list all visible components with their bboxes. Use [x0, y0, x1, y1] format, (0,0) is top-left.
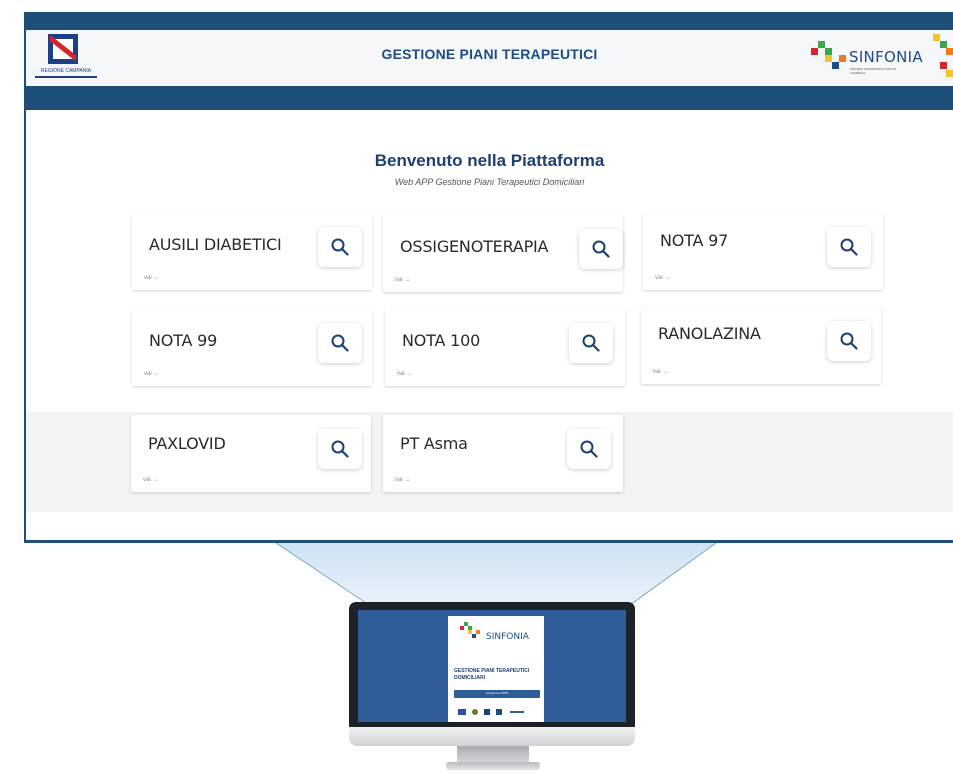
logo-square-icon — [946, 70, 953, 77]
search-icon — [580, 440, 598, 458]
sinfonia-brand-text: SINFONIA — [849, 48, 923, 66]
logo-square-icon — [933, 34, 940, 41]
search-icon — [331, 440, 349, 458]
card-more-link[interactable]: vai → — [144, 371, 159, 377]
sinfonia-logo[interactable]: SINFONIA SISTEMA INFORMATIVO SANITÀ CAMP… — [803, 34, 953, 84]
card-nota-97[interactable]: NOTA 97 vai → — [643, 213, 883, 290]
monitor-brand-text: SINFONIA — [486, 632, 529, 642]
card-nota-99[interactable]: NOTA 99 vai → — [132, 309, 372, 386]
monitor-login-card: SINFONIA GESTIONE PIANI TERAPEUTICI DOMI… — [448, 616, 544, 722]
card-title: PT Asma — [400, 434, 468, 453]
main-screen-frame: REGIONE CAMPANIA GESTIONE PIANI TERAPEUT… — [24, 12, 953, 543]
card-title: OSSIGENOTERAPIA — [400, 237, 549, 256]
logo-square-icon — [946, 48, 953, 55]
card-search-button[interactable] — [827, 321, 871, 361]
search-icon — [582, 334, 600, 352]
monitor-foot — [446, 762, 540, 770]
search-icon — [331, 334, 349, 352]
app-header: REGIONE CAMPANIA GESTIONE PIANI TERAPEUT… — [26, 30, 953, 86]
card-more-link[interactable]: vai → — [143, 477, 158, 483]
card-more-link[interactable]: vai → — [653, 369, 668, 375]
monitor-partner-logos — [458, 709, 538, 716]
card-more-link[interactable]: vai → — [397, 371, 412, 377]
card-more-link[interactable]: vai → — [395, 477, 410, 483]
card-search-button[interactable] — [569, 323, 613, 363]
logo-square-icon — [825, 48, 832, 55]
card-nota-100[interactable]: NOTA 100 vai → — [385, 309, 625, 386]
card-more-link[interactable]: vai → — [655, 275, 670, 281]
card-title: NOTA 99 — [149, 331, 218, 350]
card-search-button[interactable] — [318, 323, 362, 363]
logo-square-icon — [476, 630, 480, 634]
header-blue-bar — [26, 86, 953, 110]
search-icon — [592, 240, 610, 258]
card-more-link[interactable]: vai → — [395, 277, 410, 283]
card-title: NOTA 100 — [402, 331, 481, 350]
monitor-chin — [349, 727, 635, 746]
logo-square-icon — [818, 41, 825, 48]
logo-square-icon — [839, 55, 846, 62]
card-search-button[interactable] — [318, 429, 362, 469]
logo-square-icon — [811, 48, 818, 55]
card-title: RANOLAZINA — [658, 324, 761, 343]
card-search-button[interactable] — [827, 227, 871, 267]
logo-square-icon — [832, 62, 839, 69]
region-shield-icon — [484, 709, 490, 715]
logo-square-icon — [825, 55, 832, 62]
card-more-link[interactable]: vai → — [144, 275, 159, 281]
search-icon — [840, 332, 858, 350]
card-paxlovid[interactable]: PAXLOVID vai → — [131, 415, 371, 492]
partner-logo-icon — [510, 711, 524, 713]
sinfonia-brand-subtitle: SISTEMA INFORMATIVO SANITÀ CAMPANIA — [850, 67, 897, 75]
card-title: NOTA 97 — [660, 231, 729, 250]
card-title: AUSILI DIABETICI — [149, 235, 282, 254]
card-ausili-diabetici[interactable]: AUSILI DIABETICI vai → — [132, 213, 372, 290]
monitor-login-button-label: Accedi con SPID — [485, 691, 509, 695]
search-icon — [331, 238, 349, 256]
search-icon — [840, 238, 858, 256]
partner-logo-icon — [496, 709, 502, 715]
card-ossigenoterapia[interactable]: OSSIGENOTERAPIA vai → — [383, 215, 623, 292]
card-pt-asma[interactable]: PT Asma vai → — [383, 415, 623, 492]
logo-square-icon — [940, 41, 947, 48]
card-search-button[interactable] — [579, 229, 623, 269]
monitor-illustration: SINFONIA GESTIONE PIANI TERAPEUTICI DOMI… — [349, 602, 635, 732]
card-ranolazina[interactable]: RANOLAZINA vai → — [641, 307, 881, 384]
logo-square-icon — [472, 634, 476, 638]
welcome-title: Benvenuto nella Piattaforma — [374, 151, 605, 170]
region-logo-caption: REGIONE CAMPANIA — [35, 67, 97, 78]
welcome-subtitle: Web APP Gestione Piani Terapeutici Domic… — [394, 177, 585, 187]
logo-square-icon — [940, 62, 947, 69]
monitor-heading: GESTIONE PIANI TERAPEUTICI DOMICILIARI — [454, 668, 530, 681]
eu-flag-icon — [458, 709, 466, 715]
logo-square-icon — [460, 626, 464, 630]
monitor-login-button[interactable]: Accedi con SPID — [454, 690, 540, 698]
app-window: REGIONE CAMPANIA GESTIONE PIANI TERAPEUT… — [26, 30, 953, 540]
monitor-screen: SINFONIA GESTIONE PIANI TERAPEUTICI DOMI… — [358, 610, 626, 722]
card-search-button[interactable] — [318, 227, 362, 267]
republic-emblem-icon — [472, 709, 478, 715]
card-search-button[interactable] — [567, 429, 611, 469]
card-title: PAXLOVID — [148, 434, 226, 453]
